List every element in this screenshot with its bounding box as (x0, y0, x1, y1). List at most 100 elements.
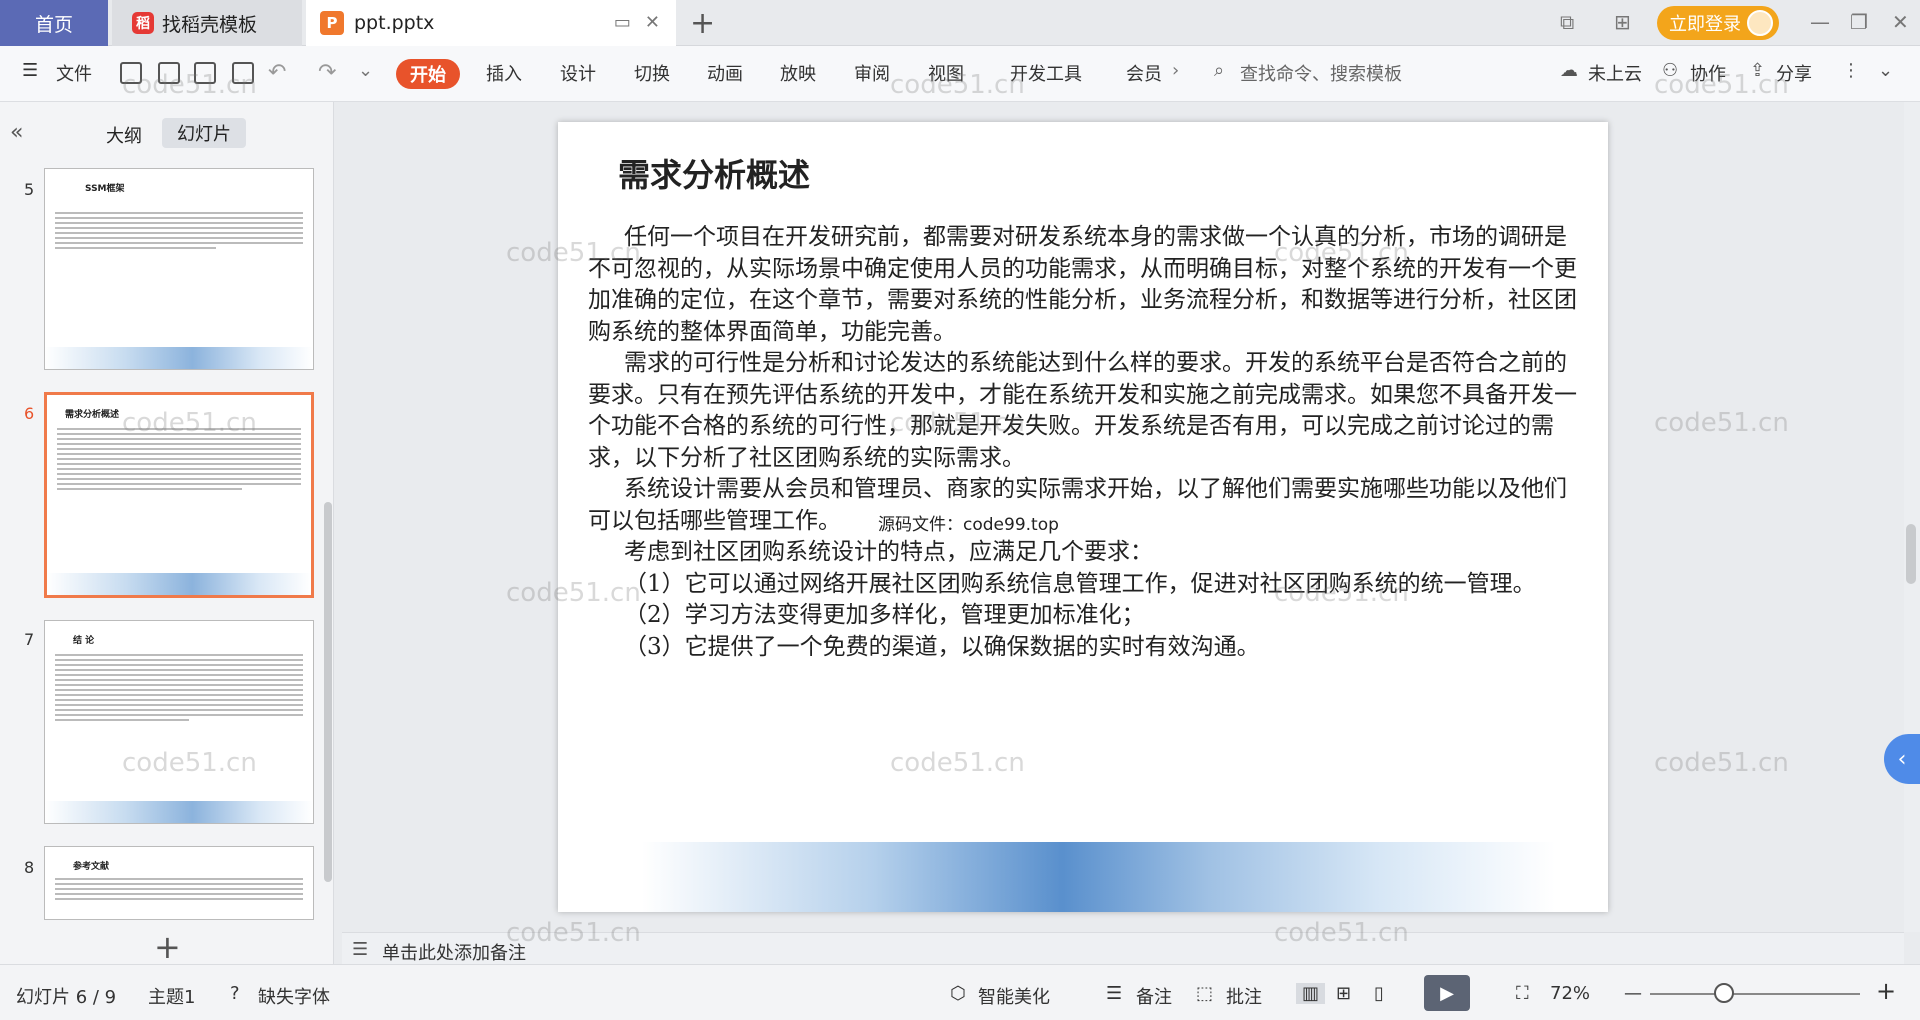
zoom-level[interactable]: 72% (1550, 983, 1590, 1004)
search-icon: ⌕ (1214, 60, 1225, 81)
hamburger-icon[interactable]: ☰ (22, 60, 38, 81)
notes-toggle-button[interactable]: 备注 (1136, 983, 1172, 1009)
menu-animation[interactable]: 动画 (707, 60, 743, 86)
paragraph: （2）学习方法变得更加多样化，管理更加标准化； (624, 602, 1145, 628)
slide-body[interactable]: 任何一个项目在开发研究前，都需要对研发系统本身的需求做一个认真的分析，市场的调研… (588, 222, 1588, 663)
restore-icon[interactable]: ❐ (1850, 10, 1868, 34)
status-bar: 幻灯片 6 / 9 主题1 ? 缺失字体 ⬡ 智能美化 ☰ 备注 ⬚ 批注 ▥ … (0, 964, 1920, 1020)
slide-wave-decoration (558, 842, 1608, 912)
tab-document-label: ppt.pptx (354, 12, 435, 34)
notes-placeholder: 单击此处添加备注 (382, 943, 526, 964)
tab-home[interactable]: 首页 (0, 0, 108, 46)
thumb-title: SSM框架 (85, 184, 125, 194)
slide-thumb-7[interactable]: 结 论 (44, 620, 314, 824)
zoom-out-icon[interactable]: — (1624, 983, 1642, 1004)
monitor-icon[interactable]: ▭ (614, 12, 631, 33)
tab-template[interactable]: 稻 找稻壳模板 (112, 0, 302, 46)
thumb-wave (47, 573, 311, 595)
comment-icon: ⬚ (1196, 983, 1214, 1004)
redo-icon[interactable]: ↷ (318, 60, 336, 85)
menu-start[interactable]: 开始 (396, 59, 460, 89)
menu-view[interactable]: 视图 (928, 60, 964, 86)
menu-insert[interactable]: 插入 (486, 60, 522, 86)
beautify-icon: ⬡ (950, 983, 966, 1004)
normal-view-icon[interactable]: ▥ (1296, 983, 1326, 1004)
more-icon[interactable]: ⋮ (1842, 60, 1860, 81)
ribbon-toolbar: ☰ 文件 ↶ ↷ ⌄ 开始 插入 设计 切换 动画 放映 审阅 视图 开发工具 … (0, 46, 1920, 102)
thumb-number: 5 (24, 180, 35, 199)
fit-icon[interactable]: ⛶ (1516, 983, 1529, 1004)
save-icon[interactable] (120, 62, 142, 84)
search-input[interactable]: 查找命令、搜索模板 (1240, 60, 1402, 86)
add-slide-button[interactable]: + (154, 928, 181, 966)
thumb-number: 8 (24, 858, 35, 877)
new-tab-button[interactable]: + (690, 6, 715, 41)
collapse-ribbon-icon[interactable]: ⌄ (1878, 60, 1893, 81)
tab-slides[interactable]: 幻灯片 (162, 118, 246, 148)
cloud-status[interactable]: 未上云 (1588, 60, 1642, 86)
layout-icon[interactable]: ⧉ (1560, 10, 1574, 34)
menu-transition[interactable]: 切换 (634, 60, 670, 86)
menu-developer[interactable]: 开发工具 (1010, 60, 1082, 86)
slide-thumb-6[interactable]: 需求分析概述 (44, 392, 314, 598)
notes-icon: ☰ (352, 939, 369, 960)
reading-view-icon[interactable]: ▯ (1374, 983, 1384, 1004)
thumb-title: 参考文献 (73, 862, 110, 872)
notes-toggle-icon: ☰ (1106, 983, 1123, 1004)
close-window-icon[interactable]: ✕ (1892, 10, 1909, 34)
print-icon[interactable] (194, 62, 216, 84)
menu-member[interactable]: 会员 (1126, 60, 1162, 86)
undo-icon[interactable]: ↶ (268, 60, 286, 85)
collapse-panel-icon[interactable]: « (10, 120, 23, 145)
menu-design[interactable]: 设计 (560, 60, 596, 86)
chevron-down-icon[interactable]: ⌄ (358, 60, 373, 81)
missing-font-icon: ? (230, 983, 240, 1004)
thumb-title: 需求分析概述 (65, 410, 120, 420)
export-icon[interactable] (158, 62, 180, 84)
menu-slideshow[interactable]: 放映 (780, 60, 816, 86)
chevron-right-icon[interactable]: › (1172, 60, 1179, 81)
close-tab-icon[interactable]: ✕ (645, 12, 660, 33)
sorter-view-icon[interactable]: ⊞ (1336, 983, 1351, 1004)
grid-icon[interactable]: ⊞ (1614, 10, 1631, 34)
zoom-slider-handle[interactable] (1714, 983, 1734, 1003)
slide-thumb-5[interactable]: SSM框架 (44, 168, 314, 370)
paragraph: （1）它可以通过网络开展社区团购系统信息管理工作，促进对社区团购系统的统一管理。 (624, 570, 1536, 597)
collab-button[interactable]: 协作 (1690, 60, 1726, 86)
menu-review[interactable]: 审阅 (854, 60, 890, 86)
thumb-number: 6 (24, 404, 35, 423)
collab-icon: ⚇ (1662, 60, 1679, 81)
play-button[interactable]: ▶ (1424, 975, 1470, 1011)
notes-bar[interactable]: ☰ 单击此处添加备注 (342, 932, 1904, 964)
share-button[interactable]: 分享 (1776, 60, 1812, 86)
paragraph: 需求的可行性是分析和讨论发达的系统能达到什么样的要求。开发的系统平台是否符合之前… (588, 350, 1577, 471)
slide-thumb-8[interactable]: 参考文献 (44, 846, 314, 920)
zoom-slider[interactable] (1650, 993, 1860, 995)
minimize-icon[interactable]: — (1810, 10, 1830, 34)
tab-document[interactable]: P ppt.pptx ▭ ✕ (306, 0, 676, 46)
title-bar: 首页 稻 找稻壳模板 P ppt.pptx ▭ ✕ + ⧉ ⊞ 立即登录 — ❐ … (0, 0, 1920, 46)
avatar (1747, 10, 1773, 36)
preview-icon[interactable] (232, 62, 254, 84)
canvas-scrollbar[interactable] (1904, 102, 1920, 932)
zoom-in-icon[interactable]: + (1876, 977, 1896, 1005)
panel-scrollbar[interactable] (324, 502, 332, 882)
beautify-button[interactable]: 智能美化 (978, 983, 1050, 1009)
thumb-wave (45, 347, 313, 369)
tab-outline[interactable]: 大纲 (106, 122, 142, 148)
paragraph: 系统设计需要从会员和管理员、商家的实际需求开始，以了解他们需要实施哪些功能以及他… (588, 476, 1567, 534)
paragraph: 任何一个项目在开发研究前，都需要对研发系统本身的需求做一个认真的分析，市场的调研… (588, 224, 1577, 345)
missing-font-button[interactable]: 缺失字体 (258, 983, 330, 1009)
file-menu[interactable]: 文件 (56, 60, 92, 86)
thumb-wave (45, 801, 313, 823)
thumb-number: 7 (24, 630, 35, 649)
login-label: 立即登录 (1669, 14, 1741, 35)
slide[interactable]: 需求分析概述 任何一个项目在开发研究前，都需要对研发系统本身的需求做一个认真的分… (558, 122, 1608, 912)
tab-home-label: 首页 (34, 13, 73, 36)
theme-name[interactable]: 主题1 (148, 983, 195, 1009)
slide-title[interactable]: 需求分析概述 (618, 150, 810, 196)
source-note: 源码文件：code99.top (878, 515, 1059, 535)
comments-button[interactable]: 批注 (1226, 983, 1262, 1009)
canvas-scroll-thumb[interactable] (1906, 524, 1916, 584)
login-button[interactable]: 立即登录 (1657, 6, 1779, 40)
